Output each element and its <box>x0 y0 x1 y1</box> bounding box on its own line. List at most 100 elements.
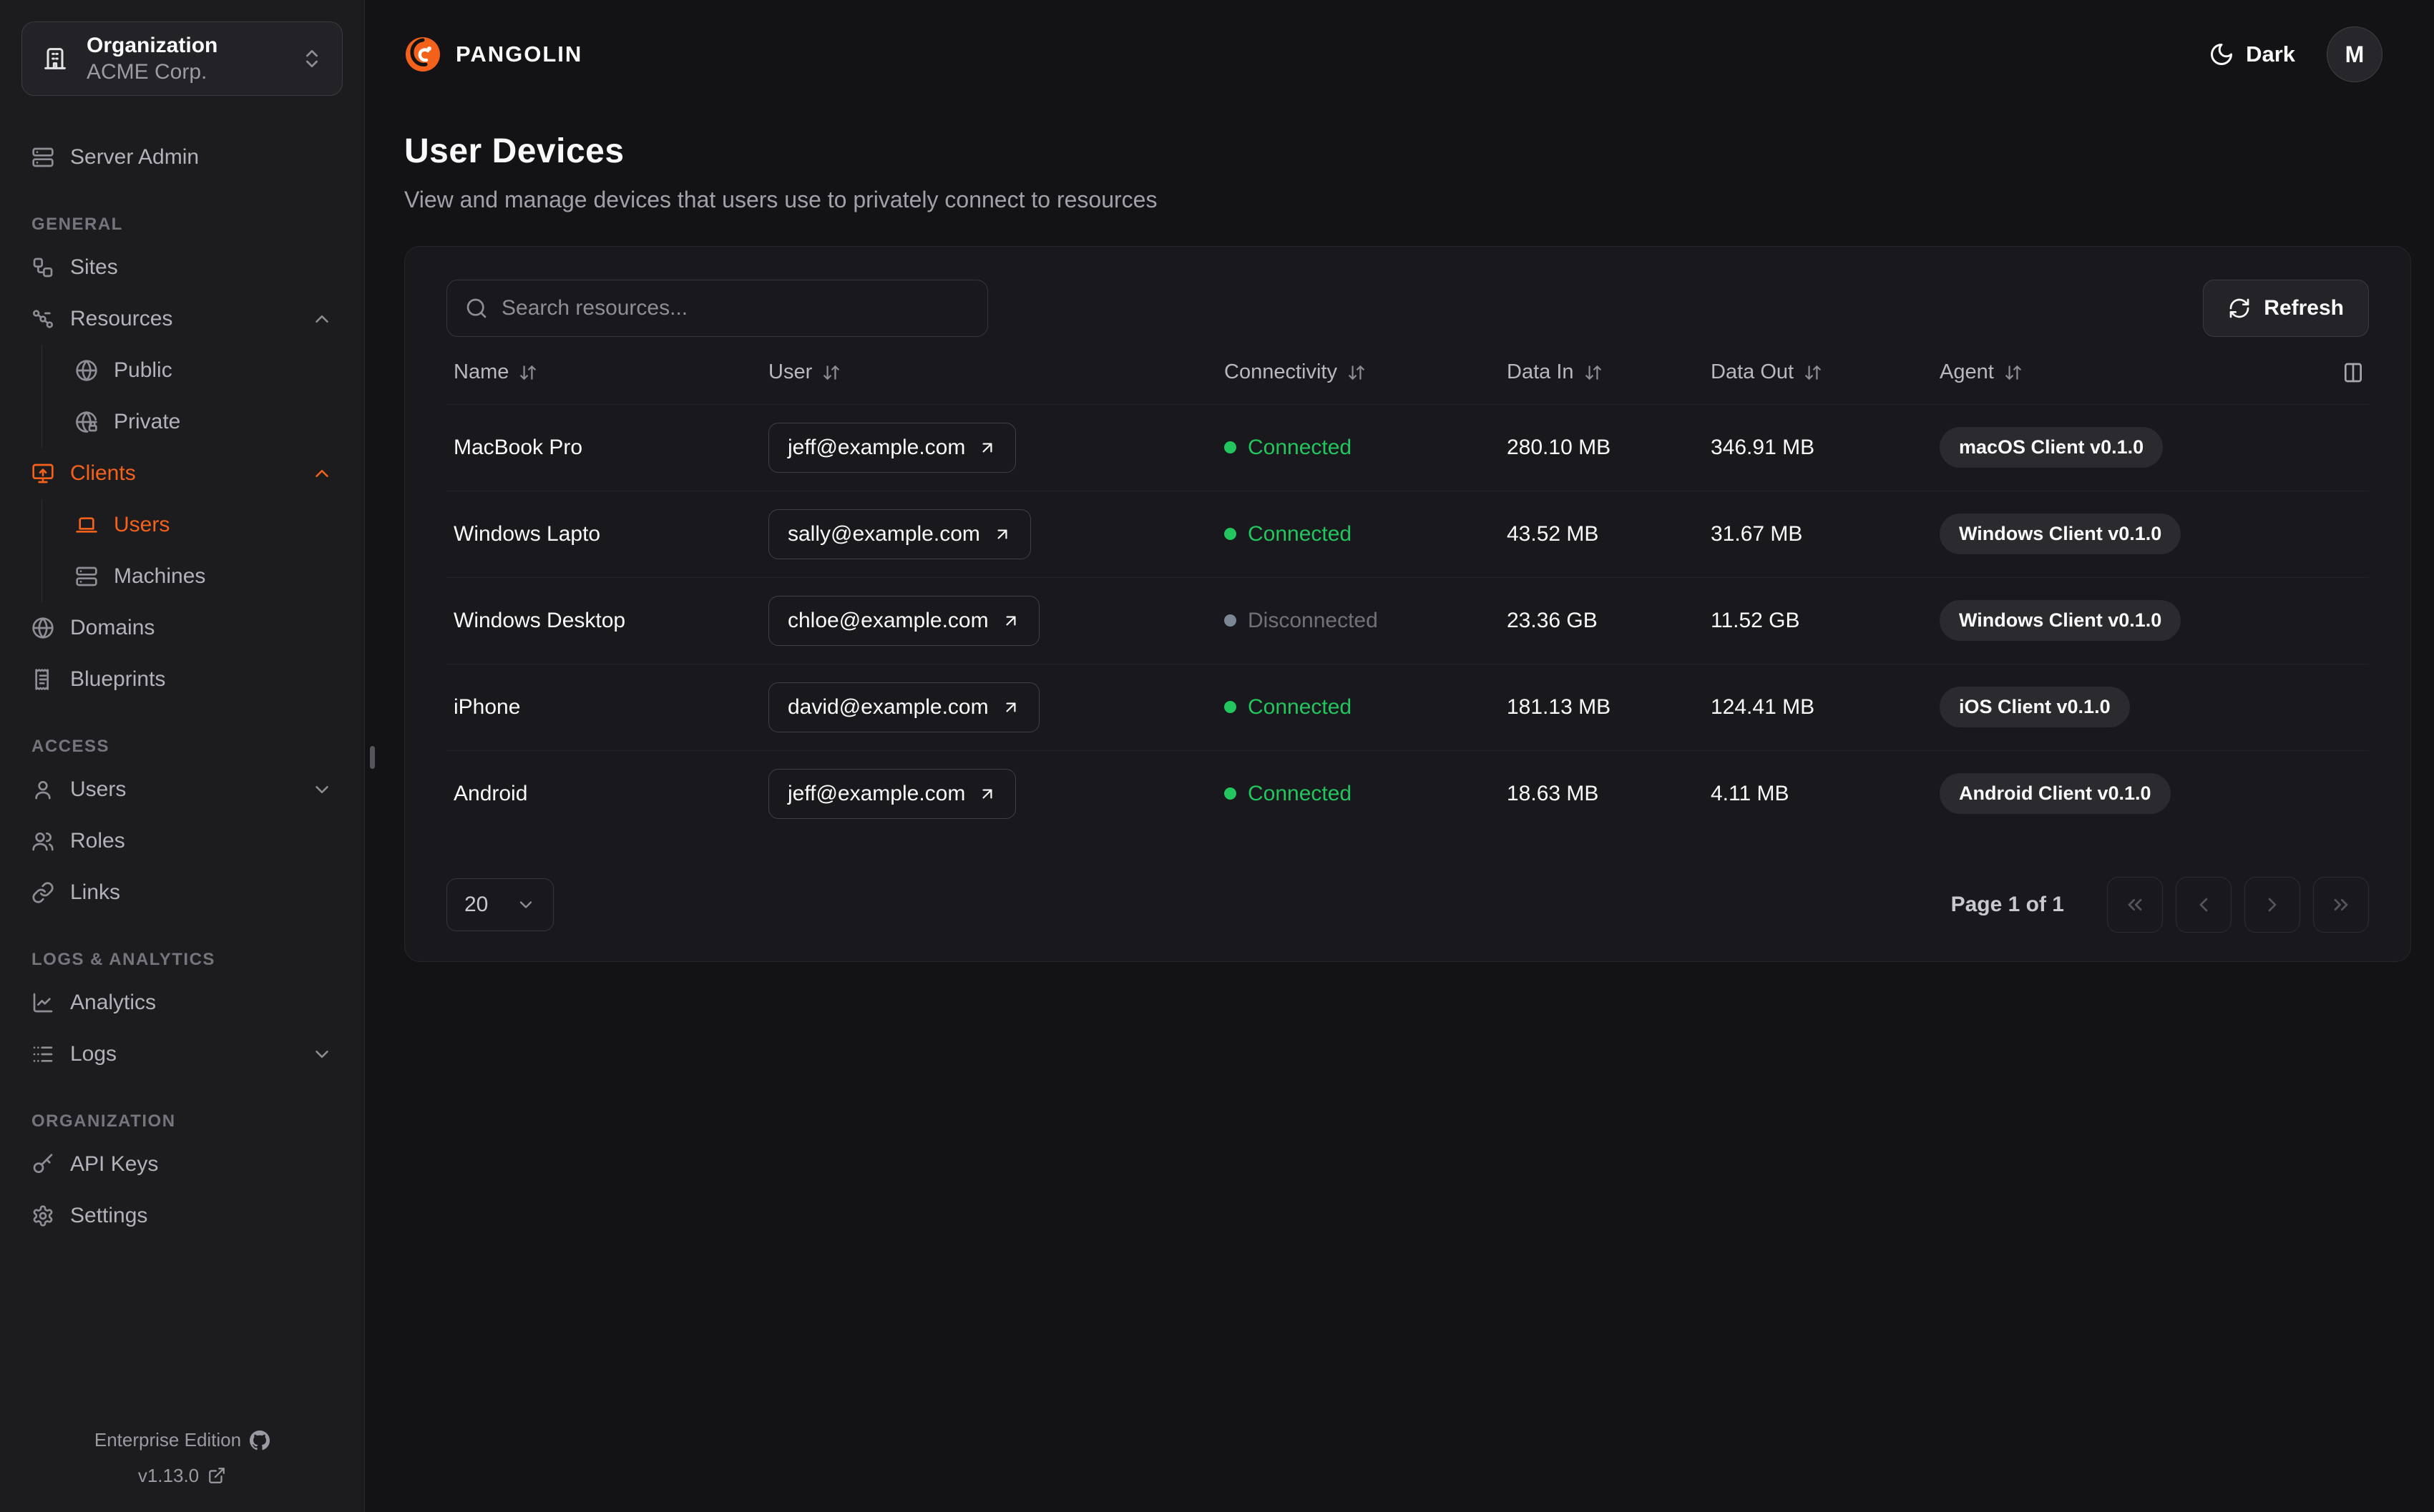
sidebar-item-client-users[interactable]: Users <box>65 499 343 551</box>
sidebar-item-blueprints[interactable]: Blueprints <box>21 654 343 705</box>
data-in: 23.36 GB <box>1500 576 1704 664</box>
laptop-icon <box>76 517 97 533</box>
column-settings-button[interactable] <box>2326 361 2369 384</box>
globe-icon <box>76 360 97 381</box>
status-dot <box>1224 441 1236 453</box>
sort-icon <box>823 365 840 380</box>
sidebar-item-label: Server Admin <box>70 145 200 169</box>
chevron-down-icon <box>316 1051 328 1058</box>
next-page-button[interactable] <box>2244 877 2300 933</box>
sidebar-item-sites[interactable]: Sites <box>21 242 343 293</box>
sidebar-item-machines[interactable]: Machines <box>65 551 343 602</box>
user-icon <box>35 781 51 800</box>
sidebar-footer: Enterprise Edition v1.13.0 <box>21 1423 343 1493</box>
edition-link[interactable]: Enterprise Edition <box>21 1423 343 1458</box>
sidebar-item-roles[interactable]: Roles <box>21 815 343 867</box>
brand[interactable]: PANGOLIN <box>404 36 582 73</box>
sidebar-item-domains[interactable]: Domains <box>21 602 343 654</box>
chevrons-left-icon <box>2128 899 2142 910</box>
sidebar-item-server-admin[interactable]: Server Admin <box>21 132 343 183</box>
column-header-agent[interactable]: Agent <box>1940 360 2319 384</box>
data-out: 346.91 MB <box>1704 403 1932 491</box>
column-header-connectivity[interactable]: Connectivity <box>1224 360 1500 384</box>
sidebar-item-analytics[interactable]: Analytics <box>21 977 343 1029</box>
sidebar-item-private[interactable]: Private <box>65 396 343 448</box>
sites-icon <box>33 257 53 278</box>
agent-badge: Android Client v0.1.0 <box>1940 773 2171 815</box>
chevron-down-icon <box>519 901 532 908</box>
user-link[interactable]: sally@example.com <box>768 509 1031 559</box>
user-link[interactable]: chloe@example.com <box>768 595 1040 646</box>
theme-toggle[interactable]: Dark <box>2209 41 2295 67</box>
version-link[interactable]: v1.13.0 <box>21 1458 343 1493</box>
table-row: Windows Lapto sally@example.com Connecte… <box>446 490 2369 577</box>
column-header-data-in[interactable]: Data In <box>1507 360 1704 384</box>
sidebar-item-links[interactable]: Links <box>21 867 343 918</box>
page-size-select[interactable]: 20 <box>446 878 554 931</box>
page-label: Page 1 of 1 <box>1950 893 2064 916</box>
user-link[interactable]: david@example.com <box>768 682 1040 732</box>
sidebar-item-logs[interactable]: Logs <box>21 1029 343 1080</box>
chevron-up-icon <box>316 315 328 323</box>
table-row: iPhone david@example.com Connected 181.1… <box>446 663 2369 750</box>
page-head: User Devices View and manage devices tha… <box>365 109 2434 213</box>
sidebar-item-label: Public <box>114 358 172 382</box>
sidebar: Organization ACME Corp. Server Admin GEN… <box>0 0 365 1512</box>
external-link-icon <box>209 1468 225 1484</box>
search-wrap <box>446 280 988 337</box>
devices-table: Name User Connectivity Data In Data Out … <box>446 341 2369 837</box>
last-page-button[interactable] <box>2313 877 2369 933</box>
sidebar-item-clients[interactable]: Clients <box>21 448 343 499</box>
refresh-button[interactable]: Refresh <box>2203 280 2369 337</box>
sidebar-item-public[interactable]: Public <box>65 345 343 396</box>
gear-icon <box>33 1205 53 1227</box>
device-name: iPhone <box>446 663 761 750</box>
organization-selector[interactable]: Organization ACME Corp. <box>21 21 343 96</box>
sidebar-scrollbar-thumb[interactable] <box>370 746 375 769</box>
sidebar-item-label: Users <box>114 513 170 536</box>
sidebar-item-settings[interactable]: Settings <box>21 1190 343 1242</box>
card-toolbar: Refresh <box>446 280 2369 337</box>
connectivity-status: Connected <box>1224 436 1500 460</box>
chevron-left-icon <box>2199 898 2208 912</box>
arrow-up-right-icon <box>982 789 992 799</box>
users-icon <box>32 833 54 851</box>
blueprint-icon <box>35 669 49 690</box>
sidebar-item-users[interactable]: Users <box>21 764 343 815</box>
data-out: 11.52 GB <box>1704 576 1932 664</box>
sidebar-item-resources[interactable]: Resources <box>21 293 343 345</box>
status-dot <box>1224 614 1236 627</box>
column-header-user[interactable]: User <box>768 360 1217 384</box>
arrow-up-right-icon <box>1006 702 1016 712</box>
search-input[interactable] <box>446 280 988 337</box>
table-row: MacBook Pro jeff@example.com Connected 2… <box>446 403 2369 491</box>
user-link[interactable]: jeff@example.com <box>768 768 1017 819</box>
sidebar-item-label: Clients <box>70 461 136 485</box>
status-dot <box>1224 701 1236 713</box>
column-header-name[interactable]: Name <box>454 360 761 384</box>
card-footer: 20 Page 1 of 1 <box>446 877 2369 933</box>
data-in: 18.63 MB <box>1500 750 1704 837</box>
prev-page-button[interactable] <box>2176 877 2232 933</box>
sidebar-nav: Server Admin GENERAL Sites Resources Pub… <box>21 132 343 1423</box>
device-name: Android <box>446 750 761 837</box>
section-label-access: ACCESS <box>31 737 110 756</box>
user-link[interactable]: jeff@example.com <box>768 422 1017 473</box>
sidebar-item-api-keys[interactable]: API Keys <box>21 1139 343 1190</box>
avatar[interactable]: M <box>2327 26 2382 82</box>
page-subtitle: View and manage devices that users use t… <box>404 187 1158 212</box>
main-content: PANGOLIN Dark M User Devices View and ma… <box>365 0 2434 1512</box>
data-out: 4.11 MB <box>1704 750 1932 837</box>
data-out: 124.41 MB <box>1704 663 1932 750</box>
data-in: 43.52 MB <box>1500 490 1704 577</box>
sidebar-item-label: Blueprints <box>70 667 166 691</box>
organization-label: Organization <box>87 33 218 57</box>
connectivity-status: Connected <box>1224 782 1500 806</box>
chevrons-up-down-icon <box>306 50 318 67</box>
column-header-data-out[interactable]: Data Out <box>1711 360 1932 384</box>
first-page-button[interactable] <box>2107 877 2163 933</box>
moon-icon <box>2211 44 2233 65</box>
sidebar-item-label: Roles <box>70 829 125 853</box>
agent-badge: macOS Client v0.1.0 <box>1940 427 2164 468</box>
search-icon <box>466 298 487 318</box>
